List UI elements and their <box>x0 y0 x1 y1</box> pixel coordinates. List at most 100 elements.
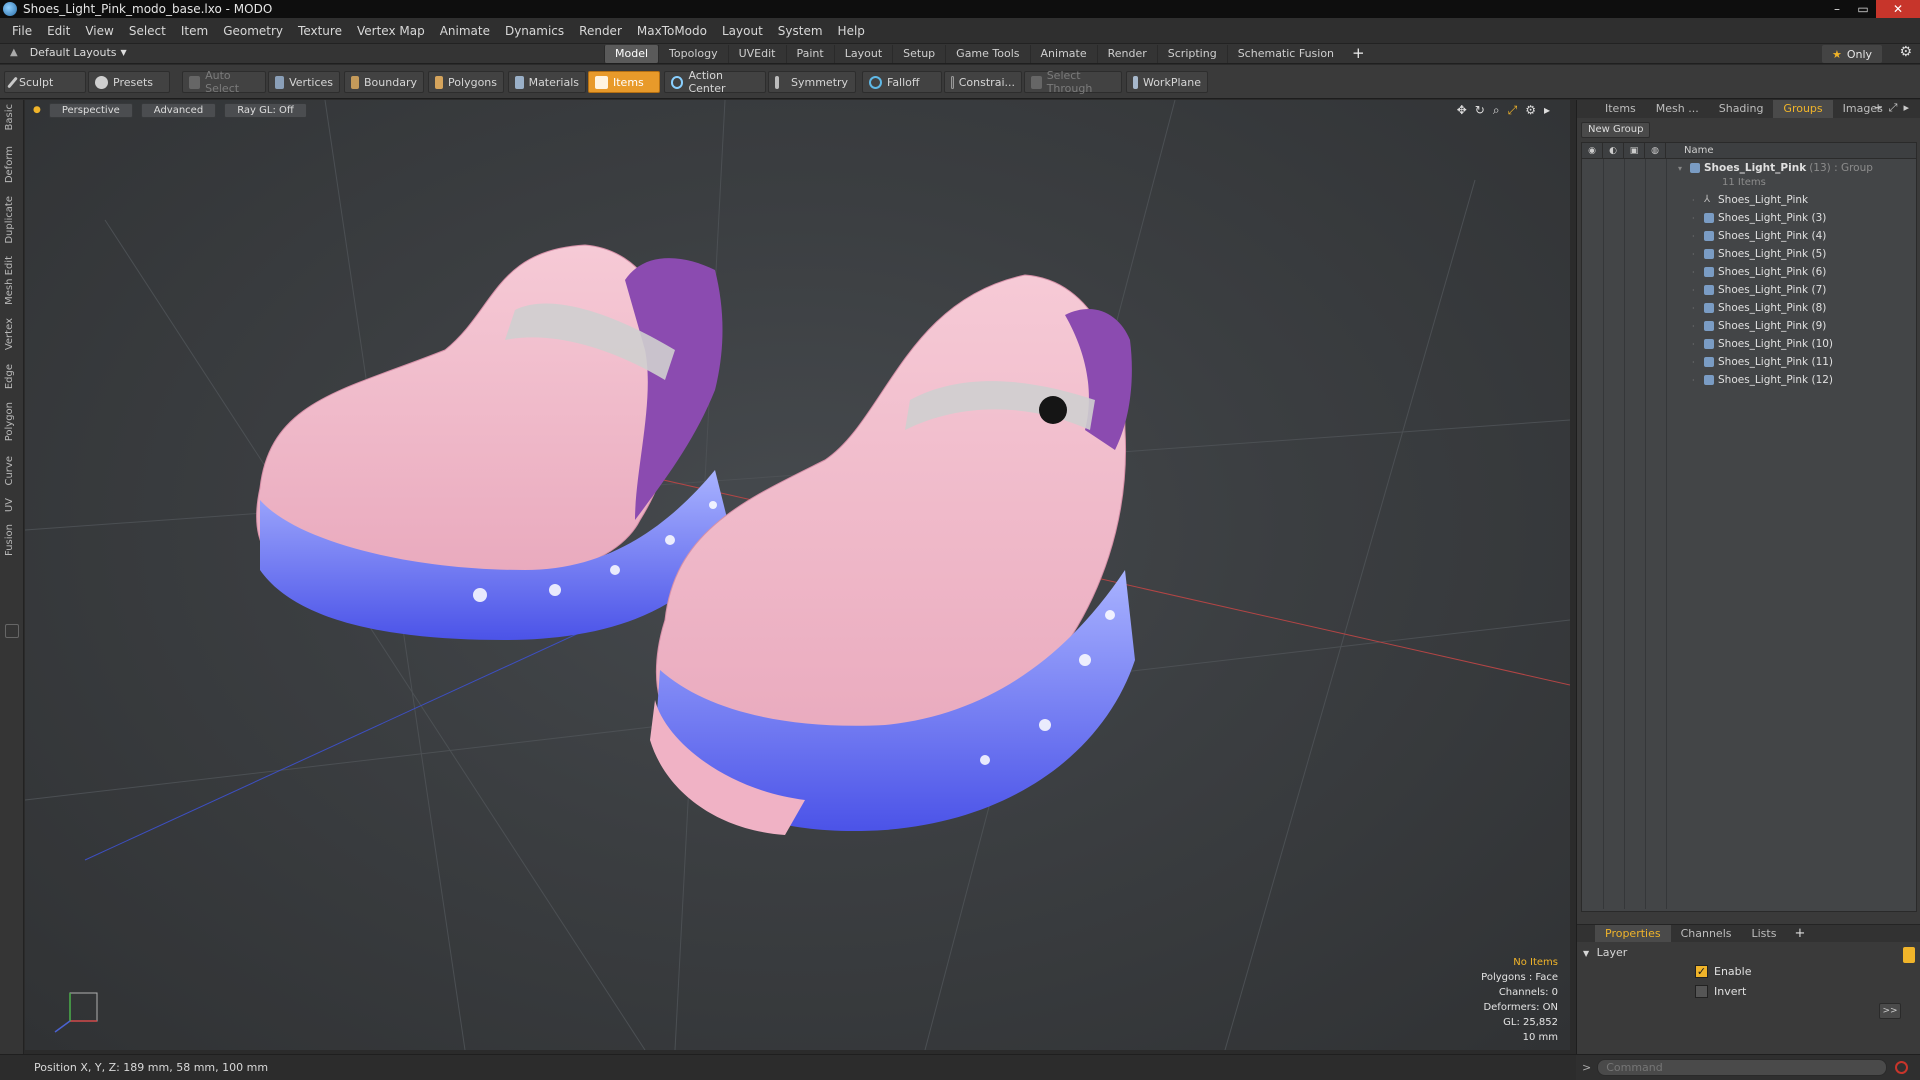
rotate-icon[interactable]: ↻ <box>1475 103 1485 118</box>
stop-icon[interactable] <box>1895 1061 1909 1074</box>
menu-edit[interactable]: Edit <box>47 24 70 38</box>
tab-topology[interactable]: Topology <box>658 45 728 63</box>
list-item[interactable]: · Shoes_Light_Pink (3) <box>1582 209 1916 227</box>
tab-scripting[interactable]: Scripting <box>1156 45 1227 63</box>
list-item[interactable]: · Shoes_Light_Pink (8) <box>1582 299 1916 317</box>
menu-select[interactable]: Select <box>129 24 166 38</box>
invert-checkbox[interactable] <box>1695 985 1708 998</box>
scene-canvas[interactable] <box>25 100 1570 1050</box>
command-input[interactable] <box>1597 1059 1888 1076</box>
maximize-button[interactable]: ▭ <box>1850 0 1876 18</box>
viewport-pin-icon[interactable]: ● <box>33 103 41 118</box>
menu-vertex-map[interactable]: Vertex Map <box>357 24 425 38</box>
symmetry-button[interactable]: Symmetry <box>768 71 856 93</box>
select-through-button[interactable]: Select Through <box>1024 69 1122 95</box>
raygl-toggle[interactable]: Ray GL: Off <box>224 103 307 118</box>
menu-texture[interactable]: Texture <box>298 24 342 38</box>
workplane-button[interactable]: WorkPlane <box>1126 71 1208 93</box>
minimize-button[interactable]: – <box>1824 0 1850 18</box>
tab-uvedit[interactable]: UVEdit <box>727 45 786 63</box>
menu-maxtomodo[interactable]: MaxToModo <box>637 24 707 38</box>
tab-shading[interactable]: Shading <box>1709 100 1774 118</box>
viewport-menu-arrow-icon[interactable]: ▸ <box>1544 103 1550 118</box>
list-item[interactable]: · Shoes_Light_Pink (11) <box>1582 353 1916 371</box>
list-item[interactable]: · Shoes_Light_Pink (6) <box>1582 263 1916 281</box>
tab-paint[interactable]: Paint <box>785 45 834 63</box>
tab-groups[interactable]: Groups <box>1773 100 1833 118</box>
default-layouts-dropdown[interactable]: ▲ Default Layouts ▼ <box>10 46 127 59</box>
menu-item[interactable]: Item <box>181 24 208 38</box>
falloff-button[interactable]: Falloff <box>862 71 942 93</box>
eye-icon[interactable]: ◉ <box>1582 143 1603 159</box>
list-item[interactable]: · Shoes_Light_Pink (7) <box>1582 281 1916 299</box>
tab-items[interactable]: Items <box>1595 100 1646 118</box>
list-item[interactable]: · Shoes_Light_Pink (5) <box>1582 245 1916 263</box>
action-center-button[interactable]: Action Center <box>664 69 766 95</box>
select-icon[interactable]: ◍ <box>1645 143 1666 159</box>
3d-viewport[interactable]: ● Perspective Advanced Ray GL: Off ✥ ↻ ⌕… <box>25 100 1570 1050</box>
menu-help[interactable]: Help <box>838 24 865 38</box>
menu-animate[interactable]: Animate <box>440 24 490 38</box>
menu-system[interactable]: System <box>778 24 823 38</box>
perspective-dropdown[interactable]: Perspective <box>48 103 133 118</box>
vtab-fusion[interactable]: Fusion <box>4 524 15 556</box>
new-group-button[interactable]: New Group <box>1581 122 1651 138</box>
lock-icon[interactable]: ▣ <box>1624 143 1645 159</box>
properties-menu-icon[interactable] <box>1903 947 1915 963</box>
collapse-icon[interactable]: ▾ <box>1678 164 1686 173</box>
add-tab-icon[interactable]: + <box>1344 45 1373 63</box>
items-button[interactable]: Items <box>588 71 660 93</box>
vtab-duplicate[interactable]: Duplicate <box>4 196 15 244</box>
materials-button[interactable]: Materials <box>508 71 586 93</box>
polygons-button[interactable]: Polygons <box>428 71 504 93</box>
expand-button[interactable]: >> <box>1879 1003 1901 1019</box>
render-icon[interactable]: ◐ <box>1603 143 1624 159</box>
menu-layout[interactable]: Layout <box>722 24 763 38</box>
viewport-gear-icon[interactable]: ⚙ <box>1525 103 1536 118</box>
constraints-button[interactable]: Constrai... <box>944 71 1022 93</box>
tab-schematic-fusion[interactable]: Schematic Fusion <box>1226 45 1344 63</box>
fit-icon[interactable]: ⤢ <box>1508 103 1518 118</box>
enable-checkbox[interactable]: ✓ <box>1695 965 1708 978</box>
tab-animate[interactable]: Animate <box>1029 45 1097 63</box>
vtab-uv[interactable]: UV <box>4 498 15 512</box>
list-item[interactable]: · ⅄ Shoes_Light_Pink <box>1582 191 1916 209</box>
vtab-basic[interactable]: Basic <box>4 104 15 130</box>
add-tab-icon[interactable]: + <box>1786 926 1813 941</box>
panel-tools[interactable]: +⤢▸ <box>1873 101 1915 115</box>
close-button[interactable]: ✕ <box>1876 0 1920 18</box>
tab-game-tools[interactable]: Game Tools <box>945 45 1029 63</box>
menu-render[interactable]: Render <box>579 24 622 38</box>
vtab-mesh-edit[interactable]: Mesh Edit <box>4 256 15 305</box>
left-shoe-model[interactable] <box>256 244 730 640</box>
group-row[interactable]: ▾ Shoes_Light_Pink (13) : Group <box>1582 159 1916 177</box>
auto-select-button[interactable]: Auto Select <box>182 69 266 95</box>
shading-dropdown[interactable]: Advanced <box>140 103 217 118</box>
vtab-edge[interactable]: Edge <box>4 364 15 389</box>
tab-mesh[interactable]: Mesh ... <box>1646 100 1709 118</box>
panel-toggle-icon[interactable] <box>5 624 19 638</box>
vtab-deform[interactable]: Deform <box>4 146 15 183</box>
menu-dynamics[interactable]: Dynamics <box>505 24 564 38</box>
layer-section[interactable]: ▼ Layer <box>1583 946 1915 959</box>
presets-button[interactable]: Presets <box>88 71 170 93</box>
menu-view[interactable]: View <box>85 24 113 38</box>
list-item[interactable]: · Shoes_Light_Pink (10) <box>1582 335 1916 353</box>
pan-icon[interactable]: ✥ <box>1457 103 1467 118</box>
vtab-curve[interactable]: Curve <box>4 456 15 486</box>
tab-layout[interactable]: Layout <box>833 45 892 63</box>
menu-file[interactable]: File <box>12 24 32 38</box>
menu-geometry[interactable]: Geometry <box>223 24 283 38</box>
list-item[interactable]: · Shoes_Light_Pink (12) <box>1582 371 1916 389</box>
tab-render[interactable]: Render <box>1096 45 1157 63</box>
right-shoe-model[interactable] <box>650 274 1135 835</box>
boundary-button[interactable]: Boundary <box>344 71 424 93</box>
tab-lists[interactable]: Lists <box>1742 925 1787 942</box>
vertices-button[interactable]: Vertices <box>268 71 340 93</box>
sculpt-button[interactable]: Sculpt <box>4 71 86 93</box>
zoom-icon[interactable]: ⌕ <box>1493 103 1500 118</box>
list-item[interactable]: · Shoes_Light_Pink (9) <box>1582 317 1916 335</box>
only-button[interactable]: ★ Only <box>1822 45 1882 63</box>
list-item[interactable]: · Shoes_Light_Pink (4) <box>1582 227 1916 245</box>
tab-properties[interactable]: Properties <box>1595 925 1671 942</box>
